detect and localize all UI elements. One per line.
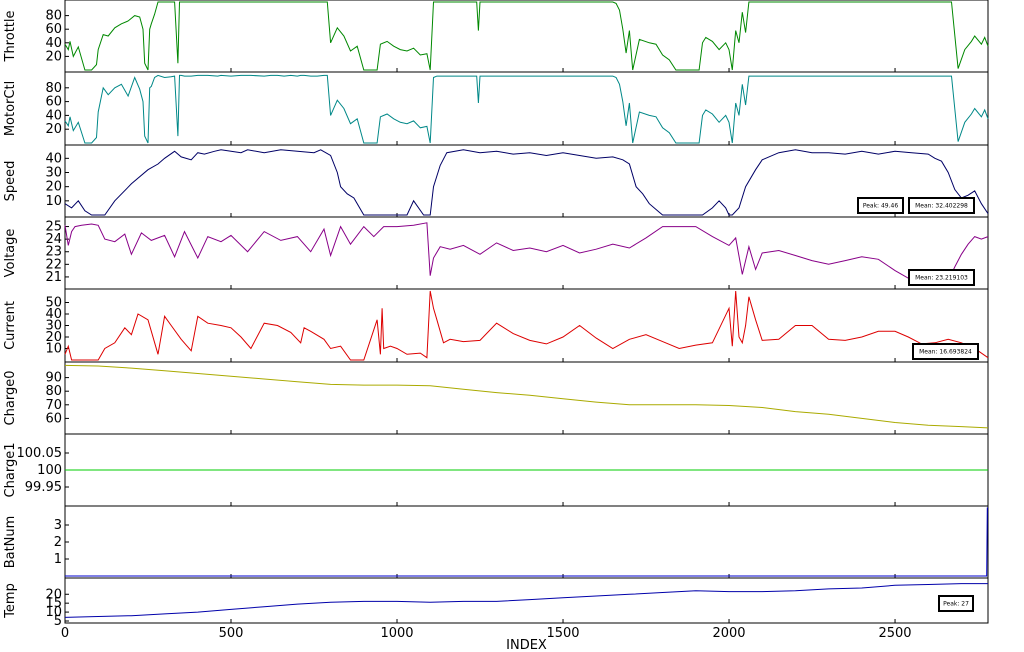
x-tick-label: 1500: [546, 626, 579, 641]
panel-charge1: 99.95 100 100.05Charge1: [3, 433, 989, 507]
y-tick-label: 60: [45, 95, 62, 110]
y-tick-label: 20: [45, 587, 62, 602]
panel-frame: [64, 0, 989, 73]
stat-text: Mean: 32.402298: [915, 203, 968, 210]
y-axis-label: Current: [3, 301, 18, 350]
y-tick-label: 80: [45, 9, 62, 24]
y-tick-label: 100: [37, 463, 62, 478]
y-tick-label: 60: [45, 22, 62, 37]
stat-annotation: Peak: 27: [938, 595, 974, 612]
stat-annotation: Mean: 16.693824: [912, 343, 979, 360]
y-tick-label: 100.05: [17, 446, 63, 461]
panel-motorctl: 20406080 MotorCtl: [3, 71, 989, 146]
panel-speed: 10203040 Speed: [3, 144, 989, 218]
y-axis-label: MotorCtl: [3, 81, 18, 136]
x-tick-label: 500: [219, 626, 244, 641]
y-tick-label: 3: [54, 518, 62, 533]
series-line-temp: [64, 583, 988, 618]
stat-annotation: Mean: 23.219103: [908, 269, 975, 286]
panel-temp: 5101520Temp: [3, 577, 989, 629]
y-axis-label: Charge1: [3, 443, 18, 498]
panel-frame: [64, 505, 989, 579]
panel-frame: [64, 216, 989, 290]
stat-annotation: Peak: 49.46: [857, 197, 904, 214]
x-tick-label: 0: [61, 626, 69, 641]
multi-panel-chart: 20406080Throttle20406080MotorCtl10203040…: [3, 0, 989, 652]
stat-text: Peak: 49.46: [863, 203, 899, 210]
y-tick-label: 60: [45, 411, 62, 426]
panel-current: 1020304050Current: [3, 288, 989, 363]
y-tick-label: 90: [45, 371, 62, 386]
series-line-speed: [64, 149, 989, 216]
series-line-batnum: [65, 507, 988, 577]
y-tick-label: 10: [45, 194, 62, 209]
x-tick-label: 2000: [712, 626, 745, 641]
panel-frame: [64, 288, 989, 363]
y-tick-label: 20: [45, 180, 62, 195]
y-tick-label: 50: [45, 296, 62, 311]
y-tick-label: 40: [45, 36, 62, 51]
y-tick-label: 80: [45, 81, 62, 96]
panel-voltage: 2122232425Voltage: [3, 216, 989, 290]
y-tick-label: 2: [54, 535, 62, 550]
panel-charge0: 60708090 Charge0: [3, 361, 989, 435]
y-tick-label: 99.95: [25, 480, 62, 495]
panel-throttle: 20406080 Throttle: [3, 0, 989, 73]
y-axis-label: Throttle: [3, 11, 18, 63]
panel-frame: [64, 144, 989, 218]
x-tick-label: 2500: [878, 626, 911, 641]
panel-batnum: 1 2 3 BatNum: [3, 505, 989, 579]
stat-text: Peak: 27: [943, 601, 969, 608]
stat-annotation: Mean: 32.402298: [908, 197, 975, 214]
y-tick-label: 20: [45, 49, 62, 64]
series-line-throttle: [64, 1, 989, 71]
stat-text: Mean: 16.693824: [919, 349, 972, 356]
panel-frame: [64, 361, 989, 435]
stat-text: Mean: 23.219103: [915, 275, 968, 282]
y-tick-label: 40: [45, 151, 62, 166]
series-line-current: [64, 290, 989, 361]
y-tick-label: 70: [45, 398, 62, 413]
y-axis-label: BatNum: [3, 516, 18, 569]
y-axis-label: Temp: [3, 583, 18, 619]
y-tick-label: 20: [45, 122, 62, 137]
y-axis-label: Charge0: [3, 371, 18, 426]
series-line-voltage: [64, 222, 989, 284]
panel-frame: [64, 71, 989, 146]
series-line-charge0: [64, 364, 989, 429]
panel-frame: [64, 577, 989, 624]
y-tick-label: 80: [45, 384, 62, 399]
y-tick-label: 1: [54, 552, 62, 567]
x-tick-label: 1000: [380, 626, 413, 641]
y-tick-label: 40: [45, 108, 62, 123]
y-axis-label: Voltage: [3, 229, 18, 278]
series-line-motorctl: [64, 74, 989, 144]
y-tick-label: 30: [45, 166, 62, 181]
y-tick-label: 25: [45, 220, 62, 235]
x-axis-label: INDEX: [506, 638, 547, 652]
y-axis-label: Speed: [3, 161, 18, 202]
